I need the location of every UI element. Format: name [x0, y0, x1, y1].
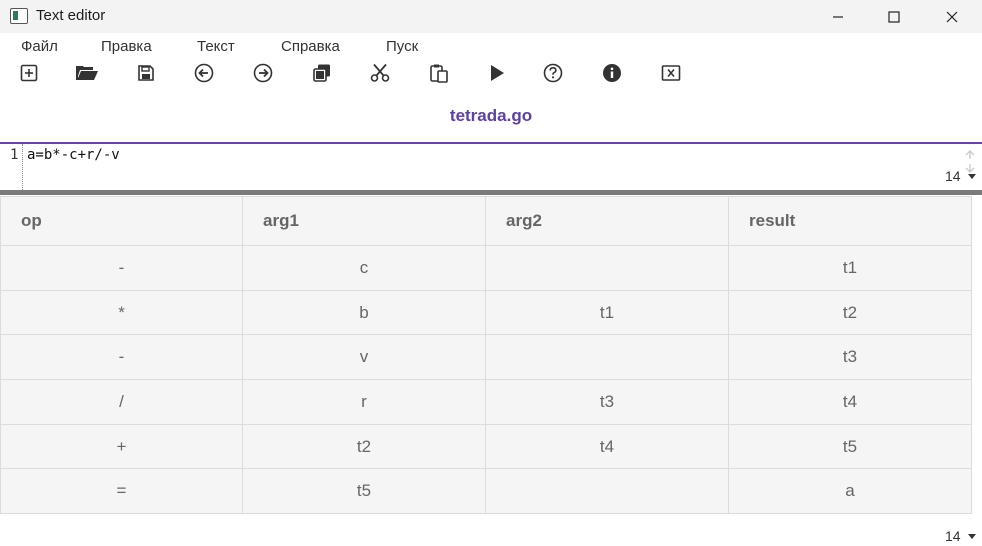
cell-op[interactable]: - [0, 245, 243, 291]
open-folder-icon [76, 66, 98, 80]
table-row[interactable]: + t2 t4 t5 [0, 423, 972, 470]
new-file-icon [20, 64, 38, 82]
cell-result[interactable]: t4 [728, 379, 972, 425]
menu-text[interactable]: Текст [197, 38, 235, 55]
undo-button[interactable] [191, 60, 217, 86]
minimize-button[interactable] [814, 0, 862, 33]
app-window-icon [10, 8, 28, 24]
maximize-icon [888, 10, 900, 23]
cell-result[interactable]: t2 [728, 289, 972, 336]
help-button[interactable] [540, 60, 566, 86]
maximize-button[interactable] [870, 0, 918, 33]
menu-help[interactable]: Справка [281, 38, 340, 55]
minimize-icon [833, 15, 843, 18]
paste-button[interactable] [426, 60, 452, 86]
output-font-size-value: 14 [945, 528, 961, 544]
cell-arg1[interactable]: v [242, 334, 486, 381]
cell-arg2[interactable] [485, 245, 729, 291]
chevron-down-icon [967, 533, 976, 539]
close-icon [946, 11, 958, 22]
file-name: tetrada.go [449, 106, 533, 125]
new-file-button[interactable] [16, 60, 42, 86]
run-icon [491, 65, 504, 81]
close-button[interactable] [928, 0, 976, 33]
cell-op[interactable]: / [0, 379, 243, 425]
editor-font-size-value: 14 [945, 168, 961, 184]
cell-arg2[interactable]: t3 [485, 379, 729, 425]
cell-arg2[interactable]: t4 [485, 423, 729, 470]
cell-arg1[interactable]: t2 [242, 423, 486, 470]
cell-arg1[interactable]: c [242, 245, 486, 291]
cell-result[interactable]: t1 [728, 245, 972, 291]
run-button[interactable] [484, 60, 510, 86]
help-icon [543, 63, 563, 83]
cell-arg2[interactable] [485, 334, 729, 381]
pane-splitter[interactable] [0, 190, 982, 195]
exit-button[interactable] [658, 60, 684, 86]
redo-button[interactable] [250, 60, 276, 86]
cell-op[interactable]: * [0, 289, 243, 336]
cell-arg2[interactable] [485, 468, 729, 515]
code-editor[interactable]: 1 a=b*-c+r/-v 14 [0, 144, 982, 190]
output-font-size-select[interactable]: 14 [940, 526, 982, 546]
table-row[interactable]: = t5 a [0, 468, 972, 515]
cell-result[interactable]: t5 [728, 423, 972, 470]
cut-button[interactable] [367, 60, 393, 86]
title-bar: Text editor [0, 0, 982, 33]
cell-op[interactable]: - [0, 334, 243, 381]
menu-edit[interactable]: Правка [101, 38, 152, 55]
cell-arg1[interactable]: t5 [242, 468, 486, 515]
column-header-arg1[interactable]: arg1 [242, 196, 486, 246]
scroll-up-icon[interactable] [964, 150, 976, 160]
copy-button[interactable] [309, 60, 335, 86]
save-button[interactable] [133, 60, 159, 86]
cell-result[interactable]: t3 [728, 334, 972, 381]
undo-icon [194, 63, 214, 83]
exit-icon [661, 65, 681, 81]
cut-icon [370, 63, 390, 82]
column-header-op[interactable]: op [0, 196, 243, 246]
info-icon [603, 64, 621, 82]
line-number: 1 [10, 147, 19, 163]
table-row[interactable]: * b t1 t2 [0, 289, 972, 336]
menu-file[interactable]: Файл [21, 38, 58, 55]
toolbar [0, 58, 982, 88]
chevron-down-icon [967, 173, 976, 179]
save-icon [138, 65, 154, 81]
menu-bar: Файл Правка Текст Справка Пуск [0, 35, 982, 57]
table-header-row: op arg1 arg2 result [0, 196, 972, 246]
table-row[interactable]: / r t3 t4 [0, 379, 972, 425]
table-row[interactable]: - v t3 [0, 334, 972, 381]
cell-arg1[interactable]: r [242, 379, 486, 425]
cell-op[interactable]: + [0, 423, 243, 470]
code-line[interactable]: a=b*-c+r/-v [27, 147, 120, 163]
table-row[interactable]: - c t1 [0, 245, 972, 291]
info-button[interactable] [599, 60, 625, 86]
menu-run[interactable]: Пуск [386, 38, 418, 55]
paste-icon [430, 64, 448, 83]
cell-result[interactable]: a [728, 468, 972, 515]
copy-icon [313, 64, 330, 82]
tetrad-table: op arg1 arg2 result - c t1 * b t1 t2 - v [0, 196, 972, 515]
editor-font-size-select[interactable]: 14 [940, 166, 982, 186]
redo-icon [253, 63, 273, 83]
column-header-result[interactable]: result [728, 196, 972, 246]
cell-op[interactable]: = [0, 468, 243, 515]
column-header-arg2[interactable]: arg2 [485, 196, 729, 246]
cell-arg2[interactable]: t1 [485, 289, 729, 336]
open-file-button[interactable] [74, 60, 100, 86]
cell-arg1[interactable]: b [242, 289, 486, 336]
window-title: Text editor [36, 7, 106, 24]
